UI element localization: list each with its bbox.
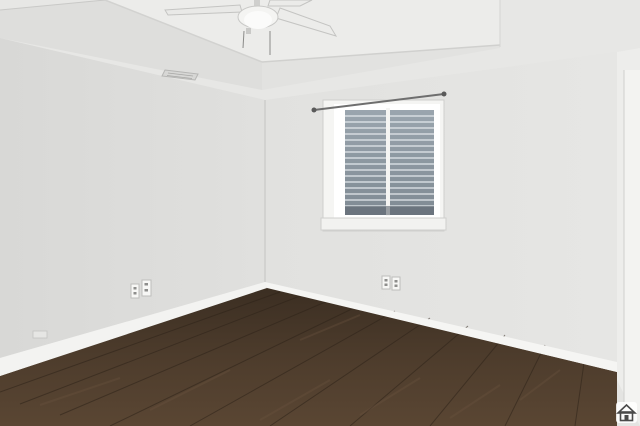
outlet-left-1 [130, 283, 140, 299]
outlet-back-2 [391, 276, 401, 291]
cable-jack [32, 330, 48, 339]
window [320, 99, 447, 232]
window-sill [320, 217, 447, 231]
house-icon [615, 402, 638, 423]
outlet-back-1 [381, 275, 391, 290]
door-frame [624, 70, 640, 410]
outlet-left-2 [141, 279, 152, 297]
room-scene [0, 0, 640, 426]
